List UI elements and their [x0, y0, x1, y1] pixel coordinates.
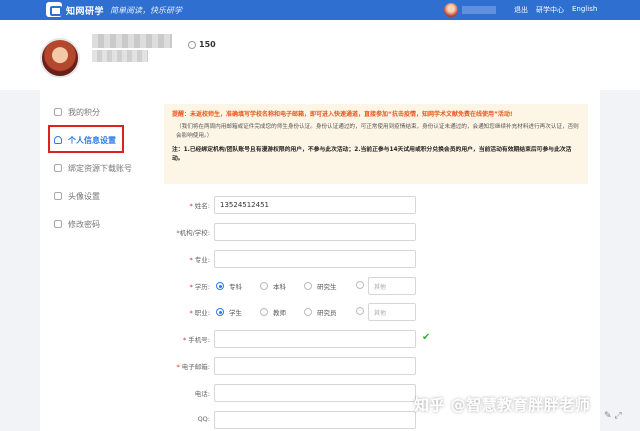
email-field[interactable] — [214, 357, 416, 375]
blurred-display-name — [92, 34, 172, 48]
education-label: 学历: — [194, 283, 210, 291]
english-link[interactable]: English — [572, 5, 597, 13]
occupation-row: * 职业: 学生 教师 研究员 其他 — [164, 303, 464, 321]
user-icon — [54, 136, 62, 144]
occupation-option-student[interactable]: 学生 — [216, 307, 242, 317]
notice-reminder: 提醒：未返校师生，准确填写学校名称和电子邮箱，即可进入快速通道，直接参加“抗击疫… — [172, 111, 513, 118]
sidebar-item-password[interactable]: 修改密码 — [54, 214, 140, 234]
sidebar-item-label: 绑定资源下载账号 — [68, 163, 132, 173]
institution-row: *机构/学校: — [164, 223, 464, 241]
watermark-text: 知乎 @智慧教育胖胖老师 — [414, 396, 591, 414]
major-field[interactable] — [214, 250, 416, 268]
qq-label: QQ: — [197, 415, 210, 423]
education-option-graduate[interactable]: 研究生 — [304, 281, 337, 291]
user-avatar-small[interactable] — [444, 3, 458, 17]
name-field[interactable]: 13524512451 — [214, 196, 416, 214]
notice-verification: （我们将在两周内用邮箱或证件完成您的师生身份认证。身份认证通过的，可正常使用到疫… — [176, 124, 579, 139]
brand-name[interactable]: 知网研学 — [66, 4, 104, 17]
brand-slogan: 简单阅读，快乐研学 — [110, 6, 182, 15]
blurred-user-info — [92, 50, 148, 62]
occupation-option-researcher[interactable]: 研究员 — [304, 307, 337, 317]
sidebar-item-personal-info[interactable]: 个人信息设置 — [54, 130, 140, 150]
lock-icon — [54, 220, 62, 228]
points-value: 150 — [199, 40, 216, 49]
name-row: * 姓名: 13524512451 — [164, 196, 464, 214]
name-label: 姓名: — [194, 202, 210, 210]
education-option-junior-college[interactable]: 专科 — [216, 281, 242, 291]
cnki-logo-icon[interactable] — [46, 2, 62, 17]
occupation-other-input[interactable]: 其他 — [368, 303, 416, 321]
profile-header: 150 — [0, 20, 640, 90]
radio-icon — [216, 282, 224, 290]
checkmark-icon: ✔ — [422, 332, 431, 343]
radio-icon — [356, 281, 364, 289]
sidebar-item-avatar[interactable]: 头像设置 — [54, 186, 140, 206]
qq-field[interactable] — [214, 411, 416, 429]
sidebar-item-label: 我的积分 — [68, 107, 100, 117]
blurred-username[interactable] — [462, 6, 496, 14]
settings-panel: 我的积分 个人信息设置 绑定资源下载账号 头像设置 修改密码 提醒：未返校师生，… — [40, 90, 600, 431]
sidebar-item-label: 个人信息设置 — [68, 135, 116, 145]
notice-note: 注：1.已经绑定机构/团队账号且有漫游权限的用户，不参与此次活动；2.当前正参与… — [172, 147, 572, 162]
email-row: * 电子邮箱: — [164, 357, 464, 375]
pencil-icon[interactable]: ✎ ⤢ — [604, 411, 622, 421]
phone-field[interactable] — [214, 330, 416, 348]
link-icon — [54, 164, 62, 172]
phone-row: * 手机号: ✔ — [164, 330, 464, 348]
sidebar-item-bind-account[interactable]: 绑定资源下载账号 — [54, 158, 140, 178]
radio-icon — [216, 308, 224, 316]
image-icon — [54, 192, 62, 200]
radio-icon — [356, 307, 364, 315]
institution-label: *机构/学校: — [176, 229, 210, 237]
sidebar-item-label: 头像设置 — [68, 191, 100, 201]
radio-icon — [260, 308, 268, 316]
major-row: * 专业: — [164, 250, 464, 268]
phone-label: 手机号: — [188, 336, 210, 344]
activity-notice: 提醒：未返校师生，准确填写学校名称和电子邮箱，即可进入快速通道，直接参加“抗击疫… — [164, 104, 588, 184]
logout-link[interactable]: 退出 — [514, 5, 528, 15]
points-icon — [188, 41, 196, 49]
wallet-icon — [54, 108, 62, 116]
radio-icon — [304, 308, 312, 316]
institution-field[interactable] — [214, 223, 416, 241]
top-navigation-bar: 知网研学 简单阅读，快乐研学 退出 研学中心 English — [0, 0, 640, 20]
sidebar-item-points[interactable]: 我的积分 — [54, 102, 140, 122]
major-label: 专业: — [194, 256, 210, 264]
education-row: * 学历: 专科 本科 研究生 其他 — [164, 277, 464, 295]
sidebar-item-label: 修改密码 — [68, 219, 100, 229]
occupation-label: 职业: — [194, 309, 210, 317]
email-label: 电子邮箱: — [181, 363, 210, 371]
tel-label: 电话: — [194, 390, 210, 398]
tel-field[interactable] — [214, 384, 416, 402]
education-other-input[interactable]: 其他 — [368, 277, 416, 295]
radio-icon — [260, 282, 268, 290]
occupation-option-teacher[interactable]: 教师 — [260, 307, 286, 317]
avatar[interactable] — [40, 38, 80, 78]
education-option-bachelor[interactable]: 本科 — [260, 281, 286, 291]
research-center-link[interactable]: 研学中心 — [536, 5, 564, 15]
radio-icon — [304, 282, 312, 290]
